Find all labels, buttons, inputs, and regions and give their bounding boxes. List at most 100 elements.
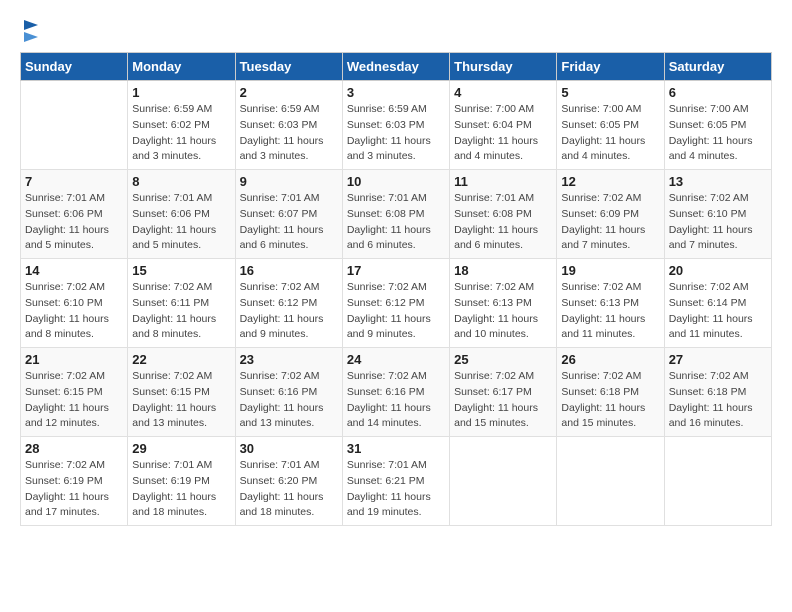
calendar-cell	[557, 437, 664, 526]
day-number: 23	[240, 352, 338, 367]
calendar-cell: 4 Sunrise: 7:00 AM Sunset: 6:04 PM Daylig…	[450, 81, 557, 170]
day-number: 25	[454, 352, 552, 367]
day-info: Sunrise: 6:59 AM Sunset: 6:03 PM Dayligh…	[240, 102, 338, 165]
day-info: Sunrise: 7:02 AM Sunset: 6:13 PM Dayligh…	[561, 280, 659, 343]
calendar-cell: 15Sunrise: 7:02 AM Sunset: 6:11 PM Dayli…	[128, 259, 235, 348]
calendar-cell: 2 Sunrise: 6:59 AM Sunset: 6:03 PM Daylig…	[235, 81, 342, 170]
day-info: Sunrise: 6:59 AM Sunset: 6:03 PM Dayligh…	[347, 102, 445, 165]
day-info: Sunrise: 7:01 AM Sunset: 6:06 PM Dayligh…	[25, 191, 123, 254]
day-number: 18	[454, 263, 552, 278]
day-info: Sunrise: 7:02 AM Sunset: 6:10 PM Dayligh…	[669, 191, 767, 254]
calendar-cell: 29 Sunrise: 7:01 AM Sunset: 6:19 PM Dayli…	[128, 437, 235, 526]
page-header	[20, 20, 772, 42]
calendar-cell: 8 Sunrise: 7:01 AM Sunset: 6:06 PM Daylig…	[128, 170, 235, 259]
day-info: Sunrise: 7:02 AM Sunset: 6:18 PM Dayligh…	[669, 369, 767, 432]
calendar-cell: 7 Sunrise: 7:01 AM Sunset: 6:06 PM Daylig…	[21, 170, 128, 259]
column-header-monday: Monday	[128, 53, 235, 81]
day-number: 28	[25, 441, 123, 456]
column-header-wednesday: Wednesday	[342, 53, 449, 81]
day-info: Sunrise: 7:00 AM Sunset: 6:05 PM Dayligh…	[561, 102, 659, 165]
calendar-cell: 1Sunrise: 6:59 AM Sunset: 6:02 PM Daylig…	[128, 81, 235, 170]
day-number: 15	[132, 263, 230, 278]
day-number: 24	[347, 352, 445, 367]
day-number: 4	[454, 85, 552, 100]
day-info: Sunrise: 7:00 AM Sunset: 6:04 PM Dayligh…	[454, 102, 552, 165]
calendar-cell: 25 Sunrise: 7:02 AM Sunset: 6:17 PM Dayli…	[450, 348, 557, 437]
day-number: 19	[561, 263, 659, 278]
day-info: Sunrise: 7:02 AM Sunset: 6:10 PM Dayligh…	[25, 280, 123, 343]
day-info: Sunrise: 7:01 AM Sunset: 6:19 PM Dayligh…	[132, 458, 230, 521]
calendar-cell: 31Sunrise: 7:01 AM Sunset: 6:21 PM Dayli…	[342, 437, 449, 526]
calendar-cell: 21Sunrise: 7:02 AM Sunset: 6:15 PM Dayli…	[21, 348, 128, 437]
calendar-cell: 3 Sunrise: 6:59 AM Sunset: 6:03 PM Daylig…	[342, 81, 449, 170]
calendar-cell: 12 Sunrise: 7:02 AM Sunset: 6:09 PM Dayli…	[557, 170, 664, 259]
day-info: Sunrise: 7:00 AM Sunset: 6:05 PM Dayligh…	[669, 102, 767, 165]
day-info: Sunrise: 7:02 AM Sunset: 6:13 PM Dayligh…	[454, 280, 552, 343]
day-number: 5	[561, 85, 659, 100]
calendar-cell: 11 Sunrise: 7:01 AM Sunset: 6:08 PM Dayli…	[450, 170, 557, 259]
column-header-friday: Friday	[557, 53, 664, 81]
day-number: 1	[132, 85, 230, 100]
calendar-cell: 19 Sunrise: 7:02 AM Sunset: 6:13 PM Dayli…	[557, 259, 664, 348]
day-number: 26	[561, 352, 659, 367]
day-info: Sunrise: 7:02 AM Sunset: 6:18 PM Dayligh…	[561, 369, 659, 432]
day-number: 29	[132, 441, 230, 456]
logo	[20, 20, 38, 42]
day-number: 12	[561, 174, 659, 189]
calendar-cell: 26 Sunrise: 7:02 AM Sunset: 6:18 PM Dayli…	[557, 348, 664, 437]
day-info: Sunrise: 7:02 AM Sunset: 6:12 PM Dayligh…	[347, 280, 445, 343]
day-info: Sunrise: 7:02 AM Sunset: 6:16 PM Dayligh…	[240, 369, 338, 432]
day-number: 21	[25, 352, 123, 367]
column-header-thursday: Thursday	[450, 53, 557, 81]
calendar-week-row: 14 Sunrise: 7:02 AM Sunset: 6:10 PM Dayli…	[21, 259, 772, 348]
calendar-cell: 14 Sunrise: 7:02 AM Sunset: 6:10 PM Dayli…	[21, 259, 128, 348]
day-number: 6	[669, 85, 767, 100]
day-number: 20	[669, 263, 767, 278]
day-number: 22	[132, 352, 230, 367]
calendar-table: SundayMondayTuesdayWednesdayThursdayFrid…	[20, 52, 772, 526]
day-info: Sunrise: 7:02 AM Sunset: 6:14 PM Dayligh…	[669, 280, 767, 343]
day-number: 17	[347, 263, 445, 278]
calendar-cell: 22Sunrise: 7:02 AM Sunset: 6:15 PM Dayli…	[128, 348, 235, 437]
day-number: 30	[240, 441, 338, 456]
logo-arrow-bottom	[24, 32, 38, 42]
calendar-cell	[21, 81, 128, 170]
day-info: Sunrise: 7:02 AM Sunset: 6:17 PM Dayligh…	[454, 369, 552, 432]
calendar-week-row: 28Sunrise: 7:02 AM Sunset: 6:19 PM Dayli…	[21, 437, 772, 526]
calendar-cell: 6 Sunrise: 7:00 AM Sunset: 6:05 PM Daylig…	[664, 81, 771, 170]
calendar-cell	[664, 437, 771, 526]
day-number: 9	[240, 174, 338, 189]
calendar-cell: 16 Sunrise: 7:02 AM Sunset: 6:12 PM Dayli…	[235, 259, 342, 348]
calendar-cell: 10 Sunrise: 7:01 AM Sunset: 6:08 PM Dayli…	[342, 170, 449, 259]
day-number: 2	[240, 85, 338, 100]
calendar-week-row: 1Sunrise: 6:59 AM Sunset: 6:02 PM Daylig…	[21, 81, 772, 170]
day-info: Sunrise: 7:01 AM Sunset: 6:20 PM Dayligh…	[240, 458, 338, 521]
day-info: Sunrise: 7:01 AM Sunset: 6:08 PM Dayligh…	[347, 191, 445, 254]
calendar-cell: 18 Sunrise: 7:02 AM Sunset: 6:13 PM Dayli…	[450, 259, 557, 348]
day-number: 16	[240, 263, 338, 278]
calendar-cell: 5 Sunrise: 7:00 AM Sunset: 6:05 PM Daylig…	[557, 81, 664, 170]
day-info: Sunrise: 7:01 AM Sunset: 6:08 PM Dayligh…	[454, 191, 552, 254]
column-header-saturday: Saturday	[664, 53, 771, 81]
day-info: Sunrise: 7:01 AM Sunset: 6:07 PM Dayligh…	[240, 191, 338, 254]
day-info: Sunrise: 7:01 AM Sunset: 6:21 PM Dayligh…	[347, 458, 445, 521]
calendar-cell: 13Sunrise: 7:02 AM Sunset: 6:10 PM Dayli…	[664, 170, 771, 259]
calendar-cell: 28Sunrise: 7:02 AM Sunset: 6:19 PM Dayli…	[21, 437, 128, 526]
day-number: 8	[132, 174, 230, 189]
calendar-header-row: SundayMondayTuesdayWednesdayThursdayFrid…	[21, 53, 772, 81]
day-info: Sunrise: 7:01 AM Sunset: 6:06 PM Dayligh…	[132, 191, 230, 254]
day-number: 7	[25, 174, 123, 189]
calendar-cell: 20 Sunrise: 7:02 AM Sunset: 6:14 PM Dayli…	[664, 259, 771, 348]
calendar-cell: 17 Sunrise: 7:02 AM Sunset: 6:12 PM Dayli…	[342, 259, 449, 348]
calendar-cell: 30 Sunrise: 7:01 AM Sunset: 6:20 PM Dayli…	[235, 437, 342, 526]
day-number: 27	[669, 352, 767, 367]
day-info: Sunrise: 7:02 AM Sunset: 6:09 PM Dayligh…	[561, 191, 659, 254]
day-info: Sunrise: 7:02 AM Sunset: 6:16 PM Dayligh…	[347, 369, 445, 432]
day-number: 3	[347, 85, 445, 100]
day-info: Sunrise: 7:02 AM Sunset: 6:12 PM Dayligh…	[240, 280, 338, 343]
day-number: 10	[347, 174, 445, 189]
day-number: 14	[25, 263, 123, 278]
day-number: 11	[454, 174, 552, 189]
calendar-week-row: 7 Sunrise: 7:01 AM Sunset: 6:06 PM Daylig…	[21, 170, 772, 259]
calendar-cell: 23 Sunrise: 7:02 AM Sunset: 6:16 PM Dayli…	[235, 348, 342, 437]
